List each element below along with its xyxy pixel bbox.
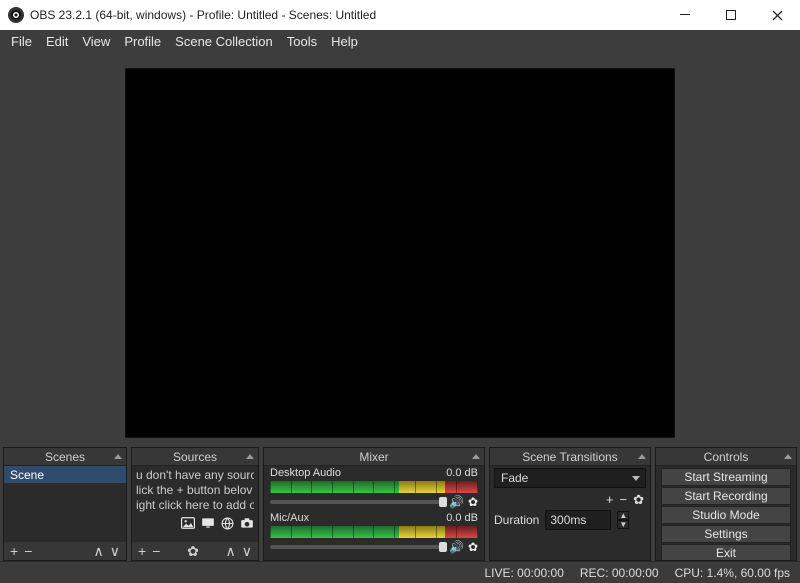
mixer-channel-mic: Mic/Aux 0.0 dB 🔊 ✿ bbox=[264, 511, 484, 556]
scenes-list[interactable]: Scene bbox=[4, 466, 126, 542]
sources-toolbar: + − ✿ ∧ ∨ bbox=[132, 542, 258, 560]
display-source-icon bbox=[201, 517, 215, 533]
sources-hint: u don't have any sourc lick the + button… bbox=[132, 466, 258, 515]
volume-slider[interactable] bbox=[270, 545, 445, 549]
statusbar: LIVE: 00:00:00 REC: 00:00:00 CPU: 1.4%, … bbox=[0, 561, 800, 583]
transitions-body: Fade + − ✿ Duration 300ms ▲▼ bbox=[490, 466, 650, 560]
sources-header[interactable]: Sources bbox=[132, 448, 258, 466]
docks-row: Scenes Scene + − ∧ ∨ Sources u don't hav… bbox=[0, 447, 800, 561]
menu-tools[interactable]: Tools bbox=[280, 30, 324, 54]
mixer-body: Desktop Audio 0.0 dB 🔊 ✿ Mic bbox=[264, 466, 484, 560]
source-down-icon[interactable]: ∨ bbox=[242, 544, 252, 558]
controls-body: Start Streaming Start Recording Studio M… bbox=[656, 466, 796, 560]
scene-down-icon[interactable]: ∨ bbox=[110, 544, 120, 558]
mixer-channel-desktop: Desktop Audio 0.0 dB 🔊 ✿ bbox=[264, 466, 484, 511]
obs-logo-icon bbox=[8, 7, 24, 23]
mixer-header[interactable]: Mixer bbox=[264, 448, 484, 466]
window-title: OBS 23.2.1 (64-bit, windows) - Profile: … bbox=[30, 8, 662, 22]
sources-dock: Sources u don't have any sourc lick the … bbox=[131, 447, 259, 561]
channel-db: 0.0 dB bbox=[446, 512, 478, 524]
menubar: File Edit View Profile Scene Collection … bbox=[0, 30, 800, 54]
remove-scene-icon[interactable]: − bbox=[24, 544, 32, 558]
window-titlebar: OBS 23.2.1 (64-bit, windows) - Profile: … bbox=[0, 0, 800, 30]
menu-scene-collection[interactable]: Scene Collection bbox=[168, 30, 280, 54]
scene-up-icon[interactable]: ∧ bbox=[94, 544, 104, 558]
transition-select[interactable]: Fade bbox=[494, 468, 646, 488]
duration-spinner[interactable]: ▲▼ bbox=[617, 511, 629, 529]
preview-area bbox=[0, 54, 800, 447]
status-rec: REC: 00:00:00 bbox=[580, 566, 659, 580]
globe-source-icon bbox=[221, 517, 234, 533]
channel-db: 0.0 dB bbox=[446, 467, 478, 479]
transitions-dock: Scene Transitions Fade + − ✿ Duration 30… bbox=[489, 447, 651, 561]
volume-slider[interactable] bbox=[270, 500, 445, 504]
transitions-header[interactable]: Scene Transitions bbox=[490, 448, 650, 466]
scenes-toolbar: + − ∧ ∨ bbox=[4, 542, 126, 560]
menu-file[interactable]: File bbox=[4, 30, 39, 54]
studio-mode-button[interactable]: Studio Mode bbox=[661, 506, 791, 524]
scene-row[interactable]: Scene bbox=[4, 466, 126, 483]
exit-button[interactable]: Exit bbox=[661, 544, 791, 560]
add-scene-icon[interactable]: + bbox=[10, 544, 18, 558]
menu-profile[interactable]: Profile bbox=[117, 30, 168, 54]
source-settings-icon[interactable]: ✿ bbox=[187, 544, 199, 558]
scenes-header[interactable]: Scenes bbox=[4, 448, 126, 466]
maximize-button[interactable] bbox=[708, 0, 754, 30]
close-button[interactable] bbox=[754, 0, 800, 30]
start-streaming-button[interactable]: Start Streaming bbox=[661, 468, 791, 486]
source-up-icon[interactable]: ∧ bbox=[226, 544, 236, 558]
preview-canvas[interactable] bbox=[125, 68, 675, 438]
image-source-icon bbox=[181, 517, 195, 533]
channel-name: Mic/Aux bbox=[270, 512, 309, 524]
remove-transition-icon[interactable]: − bbox=[620, 492, 628, 508]
transition-settings-icon[interactable]: ✿ bbox=[633, 492, 644, 508]
menu-edit[interactable]: Edit bbox=[39, 30, 75, 54]
add-transition-icon[interactable]: + bbox=[606, 492, 614, 508]
menu-help[interactable]: Help bbox=[324, 30, 365, 54]
mixer-settings-icon[interactable]: ✿ bbox=[468, 495, 478, 509]
duration-input[interactable]: 300ms bbox=[545, 510, 611, 530]
volume-meter bbox=[270, 481, 478, 493]
minimize-button[interactable] bbox=[662, 0, 708, 30]
mixer-dock: Mixer Desktop Audio 0.0 dB 🔊 ✿ bbox=[263, 447, 485, 561]
add-source-icon[interactable]: + bbox=[138, 544, 146, 558]
scenes-dock: Scenes Scene + − ∧ ∨ bbox=[3, 447, 127, 561]
speaker-icon[interactable]: 🔊 bbox=[449, 540, 464, 554]
speaker-icon[interactable]: 🔊 bbox=[449, 495, 464, 509]
duration-label: Duration bbox=[494, 513, 539, 527]
channel-name: Desktop Audio bbox=[270, 467, 341, 479]
remove-source-icon[interactable]: − bbox=[152, 544, 160, 558]
camera-source-icon bbox=[240, 517, 254, 533]
controls-header[interactable]: Controls bbox=[656, 448, 796, 466]
mixer-settings-icon[interactable]: ✿ bbox=[468, 540, 478, 554]
status-live: LIVE: 00:00:00 bbox=[484, 566, 563, 580]
settings-button[interactable]: Settings bbox=[661, 525, 791, 543]
controls-dock: Controls Start Streaming Start Recording… bbox=[655, 447, 797, 561]
sources-list[interactable]: u don't have any sourc lick the + button… bbox=[132, 466, 258, 542]
volume-meter bbox=[270, 526, 478, 538]
start-recording-button[interactable]: Start Recording bbox=[661, 487, 791, 505]
menu-view[interactable]: View bbox=[75, 30, 117, 54]
status-cpu: CPU: 1.4%, 60.00 fps bbox=[675, 566, 790, 580]
